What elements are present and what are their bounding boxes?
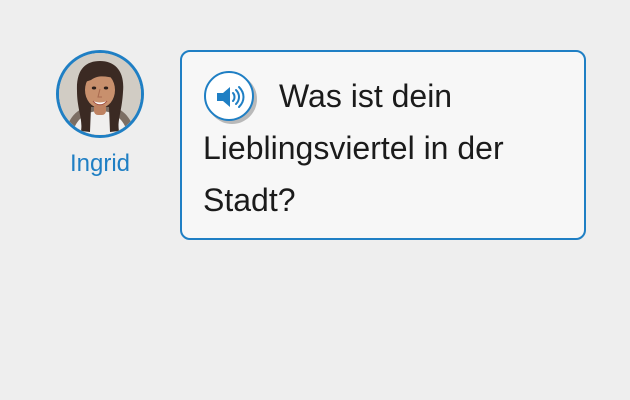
avatar (56, 50, 144, 138)
question-bubble: Was ist dein Lieblingsviertel in der Sta… (180, 50, 586, 240)
speaker-card: Ingrid (56, 50, 144, 178)
avatar-portrait (59, 53, 141, 135)
question-text: Was ist dein Lieblingsviertel in der Sta… (203, 78, 504, 218)
speaker-name: Ingrid (69, 150, 131, 177)
